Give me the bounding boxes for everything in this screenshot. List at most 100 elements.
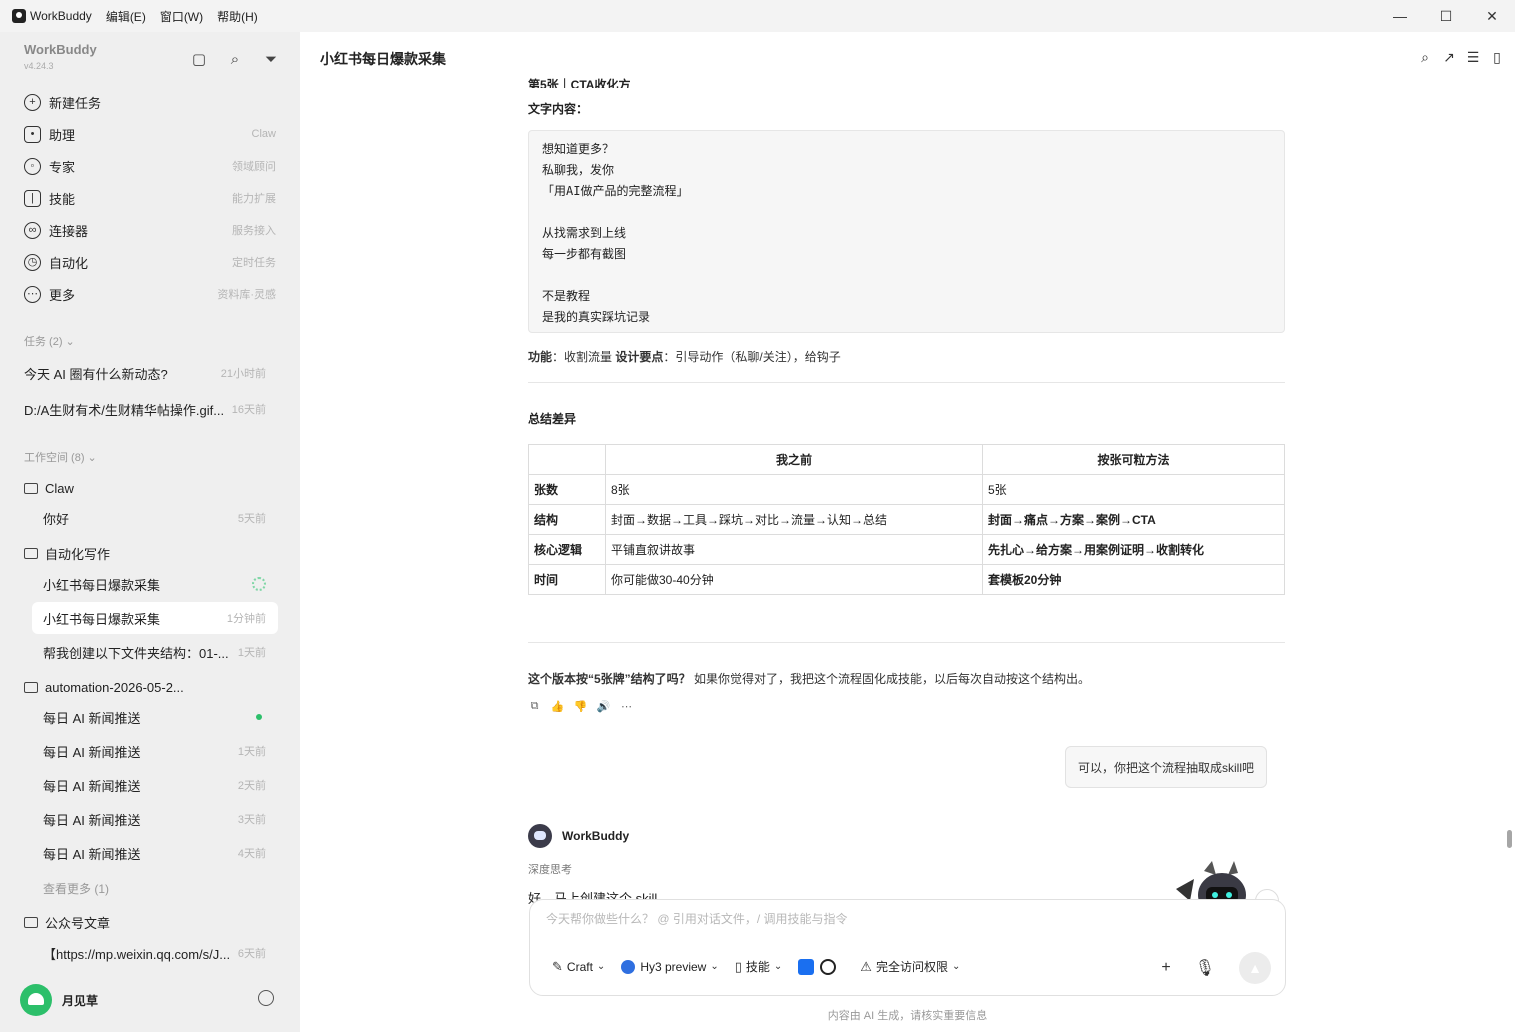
send-button[interactable]: ▲ (1239, 952, 1271, 984)
menu-help[interactable]: 帮助(H) (217, 8, 258, 25)
item-title: 每日 AI 新闻推送 (43, 710, 141, 726)
list-icon[interactable]: ☰ (1465, 49, 1481, 65)
settings-icon[interactable] (258, 990, 274, 1006)
integration-app-icon[interactable] (798, 958, 815, 975)
nav-new-task[interactable]: + 新建任务 (0, 86, 300, 118)
ai-disclaimer: 内容由 AI 生成，请核实重要信息 (827, 1010, 988, 1022)
table-header-row: 我之前 按张可粒方法 (528, 444, 1285, 475)
table-row: 张数 8张 5张 (528, 474, 1285, 505)
table-cell: 时间 (528, 564, 606, 595)
folder-name: automation-2026-05-2... (45, 679, 184, 695)
table-cell: 结构 (528, 504, 606, 535)
panel-toggle-icon[interactable]: ▢ (190, 50, 208, 68)
folder-auto-writing[interactable]: 自动化写作 (0, 538, 300, 568)
workspace-section-title[interactable]: 工作空间 (8) ⌄ (24, 449, 97, 465)
close-icon[interactable]: ✕ (1469, 0, 1515, 32)
scrollbar-thumb[interactable] (1507, 830, 1512, 848)
func-label: 功能 (528, 350, 553, 364)
add-icon[interactable]: + (1161, 959, 1170, 977)
chevron-down-icon: ⌄ (710, 961, 719, 972)
bot-avatar (528, 824, 552, 848)
folder-claw[interactable]: Claw (0, 473, 300, 503)
maximize-icon[interactable]: ☐ (1423, 0, 1469, 32)
list-item[interactable]: 小红书每日爆款采集 (0, 568, 300, 600)
nav-label: 更多 (49, 287, 76, 303)
list-item[interactable]: 每日 AI 新闻推送 (0, 701, 300, 733)
speaker-icon[interactable]: 🔊 (597, 700, 611, 713)
panda-icon[interactable] (820, 958, 837, 975)
list-item[interactable]: 每日 AI 新闻推送 2天前 (0, 769, 300, 801)
divider (528, 382, 1285, 383)
more-icon[interactable]: ⋯ (620, 700, 633, 713)
minimize-icon[interactable]: — (1377, 0, 1423, 32)
tasks-section-title[interactable]: 任务 (2) ⌄ (24, 333, 75, 349)
nav-expert[interactable]: ◦ 专家 领域顾问 (0, 150, 300, 182)
folder-gzh[interactable]: 公众号文章 (0, 907, 300, 937)
task-item[interactable]: 今天 AI 圈有什么新动态? 21小时前 (0, 357, 300, 389)
model-selector[interactable]: Hy3 preview ⌄ (621, 959, 719, 974)
list-item-active[interactable]: 小红书每日爆款采集 1分钟前 (32, 602, 278, 634)
warning-icon: ⚠ (860, 958, 872, 974)
permission-selector[interactable]: ⚠ 完全访问权限 ⌄ (860, 958, 960, 975)
list-item[interactable]: 每日 AI 新闻推送 1天前 (0, 735, 300, 767)
folder-name: Claw (45, 480, 74, 496)
chevron-down-icon: ⌄ (951, 961, 961, 972)
list-item[interactable]: 【https://mp.weixin.qq.com/s/J... 6天前 (0, 937, 300, 969)
nav-automation[interactable]: ◷ 自动化 定时任务 (0, 246, 300, 278)
page-title: 小红书每日爆款采集 (320, 51, 446, 67)
menu-window[interactable]: 窗口(W) (160, 8, 203, 25)
thumbs-up-icon[interactable]: 👍 (551, 700, 565, 713)
share-icon[interactable]: ↗ (1441, 49, 1457, 65)
folder-automation[interactable]: automation-2026-05-2... (0, 672, 300, 702)
permission-label: 完全访问权限 (875, 960, 948, 974)
avatar[interactable] (20, 984, 52, 1016)
code-line: 私聊我，发你 (542, 163, 615, 177)
item-title: 小红书每日爆款采集 (43, 611, 161, 627)
task-time: 21小时前 (220, 368, 266, 380)
show-more-link[interactable]: 查看更多 (1) (43, 880, 109, 897)
microphone-icon[interactable]: 🎙 (1195, 958, 1215, 978)
nav-more[interactable]: ⋯ 更多 资料库·灵感 (0, 278, 300, 310)
task-item[interactable]: D:/A生财有术/生财精华帖操作.gif... 16天前 (0, 393, 300, 425)
menu-edit[interactable]: 编辑(E) (106, 8, 146, 25)
list-item[interactable]: 每日 AI 新闻推送 4天前 (0, 837, 300, 869)
mode-selector[interactable]: ✎ Craft ⌄ (552, 959, 605, 975)
truncated-heading: 第5张｜CTA收化方 (528, 78, 631, 88)
craft-icon: ✎ (552, 958, 563, 974)
item-title: 小红书每日爆款采集 (43, 577, 161, 593)
search-icon[interactable]: ⌕ (1417, 49, 1433, 65)
composer-actions: + 🎙 ▲ (1161, 952, 1271, 984)
book-icon: | (24, 189, 41, 207)
code-line: 每一步都有截图 (542, 247, 627, 261)
scrollbar[interactable] (1507, 92, 1513, 912)
table-row: 核心逻辑 平铺直叙讲故事 先扎心→给方案→用案例证明→收割转化 (528, 534, 1285, 565)
nav-connectors[interactable]: ∞ 连接器 服务接入 (0, 214, 300, 246)
chat-input[interactable] (546, 912, 1246, 926)
chevron-down-icon: ⌄ (596, 961, 606, 972)
nav-skills[interactable]: | 技能 能力扩展 (0, 182, 300, 214)
folder-name: 自动化写作 (45, 546, 111, 562)
search-icon[interactable]: ⌕ (226, 50, 244, 68)
nav-assistant[interactable]: • 助理 Claw (0, 118, 300, 150)
deep-think-label[interactable]: 深度思考 (528, 861, 572, 877)
more-icon: ⋯ (24, 285, 41, 303)
nav-hint: Claw (251, 128, 276, 140)
list-item[interactable]: 帮我创建以下文件夹结构：01-... 1天前 (0, 636, 300, 668)
skills-selector[interactable]: ▯ 技能 ⌄ (735, 958, 783, 975)
sidebar: WorkBuddy v4.24.3 ▢ ⌕ ⏷ + 新建任务 • 助理 Claw… (0, 32, 300, 1032)
panel-right-icon[interactable]: ▯ (1489, 49, 1505, 65)
robot-icon: • (24, 125, 41, 143)
sidebar-tools: ▢ ⌕ ⏷ (190, 50, 280, 69)
table-cell: 8张 (605, 474, 983, 505)
nav-label: 技能 (49, 191, 76, 207)
list-item[interactable]: 你好 5天前 (0, 502, 300, 534)
header-tools: ⌕ ↗ ☰ ▯ (1417, 49, 1505, 65)
item-time: 3天前 (237, 814, 266, 826)
copy-icon[interactable]: ⧉ (528, 700, 541, 713)
user-message: 可以，你把这个流程抽取成skill吧 (1065, 746, 1267, 788)
item-time: 6天前 (237, 948, 266, 960)
thumbs-down-icon[interactable]: 👎 (574, 700, 588, 713)
list-item[interactable]: 每日 AI 新闻推送 3天前 (0, 803, 300, 835)
filter-icon[interactable]: ⏷ (262, 50, 280, 68)
brand-name: WorkBuddy (24, 42, 97, 57)
